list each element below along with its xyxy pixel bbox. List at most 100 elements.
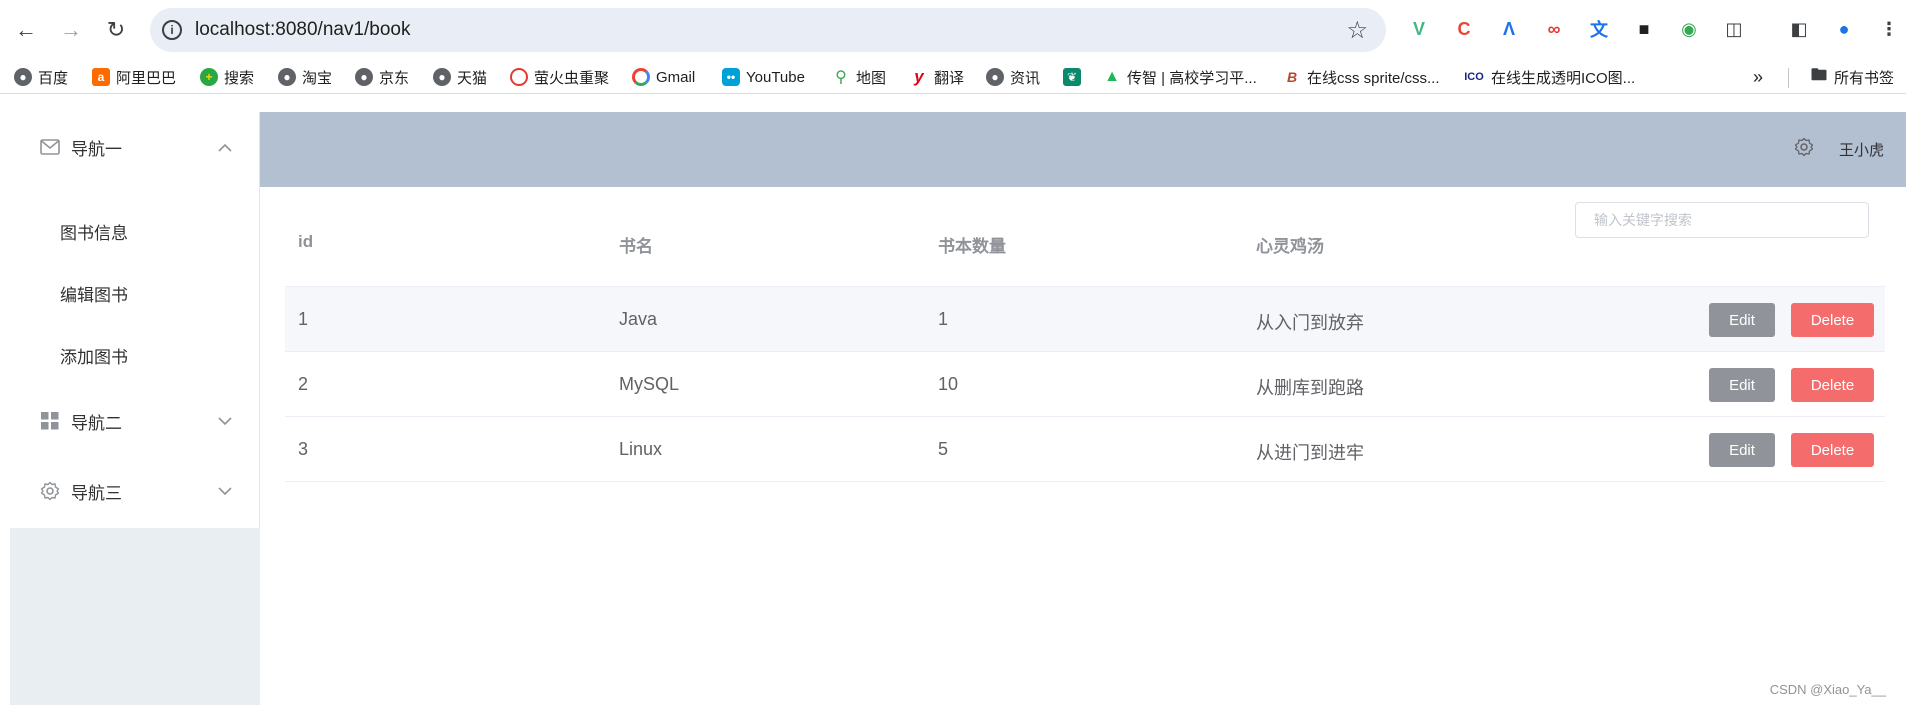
site-info-icon[interactable]: i (162, 20, 182, 40)
bookmark-label: 传智 | 高校学习平... (1127, 69, 1257, 87)
bookmark-item[interactable]: ⚲ 地图 (832, 66, 886, 88)
column-header-name: 书名 (619, 237, 653, 256)
main-content: id 书名 书本数量 心灵鸡汤 1 Java 1 从入门到放弃 Edit Del… (260, 187, 1906, 705)
edit-button[interactable]: Edit (1709, 433, 1775, 467)
bookmark-item[interactable]: •• YouTube (722, 66, 805, 88)
globe-icon: ● (986, 68, 1004, 86)
cell-quote: 从删库到跑路 (1256, 378, 1364, 398)
bookmark-label: 地图 (856, 69, 887, 87)
url-text: localhost:8080/nav1/book (195, 19, 411, 40)
cell-name: Linux (619, 439, 663, 459)
menu-item-label: 添加图书 (60, 347, 128, 367)
globe-icon: ● (278, 68, 296, 86)
bookmark-label: 淘宝 (302, 69, 333, 87)
bookmark-item[interactable]: ● 百度 (14, 66, 68, 88)
delete-button[interactable]: Delete (1791, 303, 1874, 337)
cell-id: 1 (298, 309, 309, 329)
edit-button[interactable]: Edit (1709, 303, 1775, 337)
globe-icon: ● (433, 68, 451, 86)
reload-icon[interactable]: ↻ (102, 16, 130, 44)
bookmark-label: Gmail (656, 68, 696, 86)
menu-item-label: 图书信息 (60, 223, 128, 243)
chevron-down-icon (218, 414, 232, 429)
address-bar[interactable]: i localhost:8080/nav1/book ☆ (150, 8, 1386, 52)
submenu-nav1-label: 导航一 (71, 139, 122, 159)
extension-c-icon[interactable]: C (1450, 15, 1478, 43)
browser-toolbar: ← → ↻ i localhost:8080/nav1/book ☆ V C Λ… (0, 0, 1906, 60)
extension-bear-icon[interactable]: ■ (1630, 15, 1658, 43)
bilibili-icon: •• (722, 68, 740, 86)
leaf-icon: ❦ (1063, 68, 1081, 86)
bookmark-label: 搜索 (224, 69, 255, 87)
extensions-puzzle-icon[interactable]: ◫ (1720, 15, 1748, 43)
translate-extension-icon[interactable]: 文 (1585, 15, 1613, 43)
submenu-nav1[interactable]: 导航一 (10, 112, 260, 182)
bookmark-item[interactable]: B 在线css sprite/css... (1283, 66, 1440, 88)
menu-item-book-info[interactable]: 图书信息 (10, 200, 260, 262)
globe-icon: ● (14, 68, 32, 86)
bookmark-item[interactable]: + 搜索 (200, 66, 254, 88)
side-panel-icon[interactable]: ◧ (1785, 15, 1813, 43)
settings-gear-icon[interactable] (1794, 137, 1816, 159)
bookmark-item[interactable]: y 翻译 (910, 66, 964, 88)
bookmark-item[interactable]: ● 京东 (355, 66, 409, 88)
bookmark-item[interactable]: Gmail (632, 66, 695, 88)
bookmark-label: 京东 (379, 69, 410, 87)
submenu-nav3[interactable]: 导航三 (10, 456, 260, 526)
cell-name: Java (619, 309, 658, 329)
gmail-icon (632, 68, 650, 86)
cell-quote: 从进门到进牢 (1256, 443, 1364, 463)
menu-item-edit-book[interactable]: 编辑图书 (10, 262, 260, 324)
grid-icon (40, 411, 60, 431)
bookmark-item[interactable]: ● 淘宝 (278, 66, 332, 88)
column-header-count: 书本数量 (938, 237, 1006, 256)
bookmark-item[interactable]: ● 天猫 (433, 66, 487, 88)
cell-count: 10 (938, 374, 959, 394)
bookmark-item[interactable]: ▲ 传智 | 高校学习平... (1103, 66, 1257, 88)
column-header-quote: 心灵鸡汤 (1256, 237, 1324, 256)
menu-kebab-icon[interactable]: ⋮ (1875, 15, 1903, 43)
cell-name: MySQL (619, 374, 680, 394)
back-arrow-icon[interactable]: ← (12, 16, 40, 44)
table-row: 1 Java 1 从入门到放弃 Edit Delete (285, 287, 1885, 352)
vue-devtools-icon[interactable]: V (1405, 15, 1433, 43)
chrome-icon[interactable]: ◉ (1675, 15, 1703, 43)
bookmark-star-icon[interactable]: ☆ (1346, 16, 1368, 45)
side-menu: 导航一 图书信息 编辑图书 添加图书 导航二 导航三 (10, 112, 260, 528)
cell-count: 5 (938, 439, 949, 459)
extension-m-icon[interactable]: Λ (1495, 15, 1523, 43)
bookmark-label: 百度 (38, 69, 69, 87)
submenu-nav3-label: 导航三 (71, 483, 122, 503)
forward-arrow-icon[interactable]: → (57, 16, 85, 44)
search-input[interactable] (1575, 202, 1869, 238)
table-header: id 书名 书本数量 心灵鸡汤 (285, 202, 1885, 287)
delete-button[interactable]: Delete (1791, 368, 1874, 402)
bookmarks-overflow-icon[interactable]: » (1753, 66, 1763, 88)
css-icon: B (1286, 69, 1298, 85)
bookmark-label: 天猫 (457, 69, 488, 87)
book-table: id 书名 书本数量 心灵鸡汤 1 Java 1 从入门到放弃 Edit Del… (285, 202, 1885, 482)
bookmark-item[interactable]: ICO 在线生成透明ICO图... (1463, 66, 1635, 88)
firefly-icon (510, 68, 528, 86)
menu-item-add-book[interactable]: 添加图书 (10, 324, 260, 386)
profile-avatar-icon[interactable]: ● (1830, 15, 1858, 43)
bookmark-item[interactable]: 萤火虫重聚 (510, 66, 609, 88)
cell-id: 3 (298, 439, 309, 459)
bookmark-item[interactable]: ● 资讯 (986, 66, 1040, 88)
bookmark-item[interactable]: ❦ (1063, 66, 1087, 88)
submenu-nav2[interactable]: 导航二 (10, 386, 260, 456)
bookmarks-bar: ● 百度 a 阿里巴巴 + 搜索 ● 淘宝 ● 京东 ● 天猫 萤火虫重聚 Gm… (0, 60, 1906, 94)
bookmark-label: 资讯 (1010, 69, 1041, 87)
edit-button[interactable]: Edit (1709, 368, 1775, 402)
translate-icon: y (914, 67, 924, 86)
all-bookmarks-folder[interactable]: 🖿 所有书签 (1810, 66, 1894, 88)
extension-infinity-icon[interactable]: ∞ (1540, 15, 1568, 43)
all-bookmarks-label: 所有书签 (1834, 69, 1895, 87)
bookmark-item[interactable]: a 阿里巴巴 (92, 66, 176, 88)
table-row: 3 Linux 5 从进门到进牢 Edit Delete (285, 417, 1885, 482)
username[interactable]: 王小虎 (1839, 139, 1884, 160)
bookmark-label: 在线css sprite/css... (1307, 69, 1440, 87)
submenu-nav2-label: 导航二 (71, 413, 122, 433)
table-row: 2 MySQL 10 从删库到跑路 Edit Delete (285, 352, 1885, 417)
delete-button[interactable]: Delete (1791, 433, 1874, 467)
